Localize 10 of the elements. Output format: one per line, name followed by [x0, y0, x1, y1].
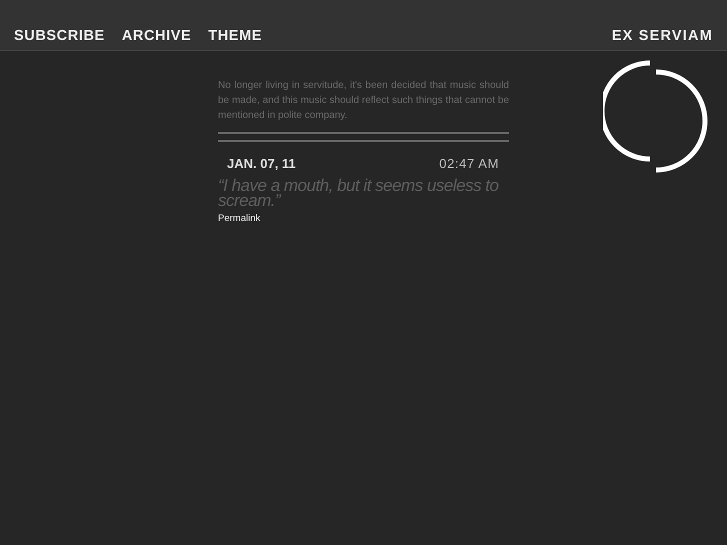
nav-link[interactable]: ARCHIVE: [122, 28, 192, 44]
site-title[interactable]: EX SERVIAM: [612, 28, 713, 44]
nav-link[interactable]: SUBSCRIBE: [14, 28, 105, 44]
post-time: 02:47 AM: [439, 156, 499, 171]
permalink[interactable]: Permalink: [218, 213, 260, 224]
nav-link[interactable]: THEME: [208, 28, 262, 44]
logo-icon: [603, 60, 709, 174]
site-description: No longer living in servitude, it's been decided that music should be made, and this music should reflect such things that cannot be mentioned in polite company.: [218, 79, 509, 123]
post-quote: “I have a mouth, but it seems useless to scream.”: [218, 178, 500, 208]
post-date: JAN. 07, 11: [227, 156, 296, 171]
